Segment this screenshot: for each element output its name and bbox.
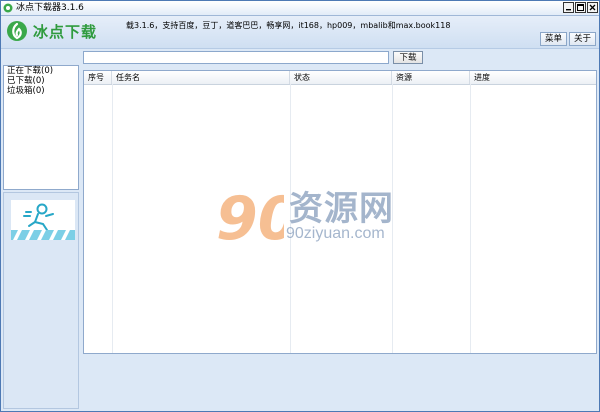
- window-title: 冰点下载器3.1.6: [16, 3, 84, 13]
- title-bar: 冰点下载器3.1.6: [1, 1, 599, 16]
- tree-item-downloaded[interactable]: 已下载(0): [4, 76, 78, 86]
- app-logo: 冰点下载: [6, 20, 106, 44]
- tree-item-trash[interactable]: 垃圾箱(0): [4, 86, 78, 96]
- column-header-resource[interactable]: 资源: [392, 71, 470, 84]
- bottom-area: [83, 356, 597, 409]
- header-band: 冰点下载 载3.1.6，支持百度，豆丁，道客巴巴，畅享网，it168，hp009…: [1, 16, 599, 49]
- close-icon: [589, 4, 596, 11]
- watermark-logo: 90: [216, 184, 284, 251]
- left-bottom-panel: [3, 192, 79, 409]
- close-button[interactable]: [587, 2, 598, 13]
- minimize-button[interactable]: [563, 2, 574, 13]
- column-header-task-name[interactable]: 任务名: [112, 71, 290, 84]
- about-button[interactable]: 关于: [569, 32, 596, 46]
- column-divider: [112, 84, 113, 353]
- task-list[interactable]: 序号 任务名 状态 资源 进度 90 资源网 90ziyuan.com: [83, 70, 597, 354]
- category-tree: 正在下载(0) 已下载(0) 垃圾箱(0): [3, 65, 79, 190]
- menu-button[interactable]: 菜单: [540, 32, 567, 46]
- watermark: 90 资源网 90ziyuan.com: [214, 181, 474, 261]
- minimize-icon: [566, 9, 571, 11]
- url-input[interactable]: [83, 51, 389, 64]
- logo-text: 冰点下载: [33, 23, 98, 41]
- watermark-en: 90ziyuan.com: [286, 225, 385, 242]
- column-header-progress[interactable]: 进度: [470, 71, 596, 84]
- column-header-index[interactable]: 序号: [84, 71, 112, 84]
- column-divider: [290, 84, 291, 353]
- app-icon: [3, 3, 13, 13]
- app-window: 冰点下载器3.1.6 冰点下载 载3.1.6，支持百度，豆丁，道客巴巴，畅享网，…: [0, 0, 600, 412]
- logo-icon: [7, 21, 27, 41]
- promo-banner-image[interactable]: [11, 200, 75, 240]
- column-header-status[interactable]: 状态: [290, 71, 392, 84]
- watermark-cn: 资源网: [289, 189, 394, 229]
- column-divider: [392, 84, 393, 353]
- maximize-icon: [577, 4, 584, 11]
- list-header: 序号 任务名 状态 资源 进度: [84, 71, 596, 85]
- download-button[interactable]: 下载: [393, 51, 423, 64]
- svg-text:90: 90: [216, 184, 284, 251]
- maximize-button[interactable]: [575, 2, 586, 13]
- column-divider: [470, 84, 471, 353]
- notice-text: 载3.1.6，支持百度，豆丁，道客巴巴，畅享网，it168，hp009，mbal…: [126, 21, 451, 30]
- tree-item-downloading[interactable]: 正在下载(0): [4, 66, 78, 76]
